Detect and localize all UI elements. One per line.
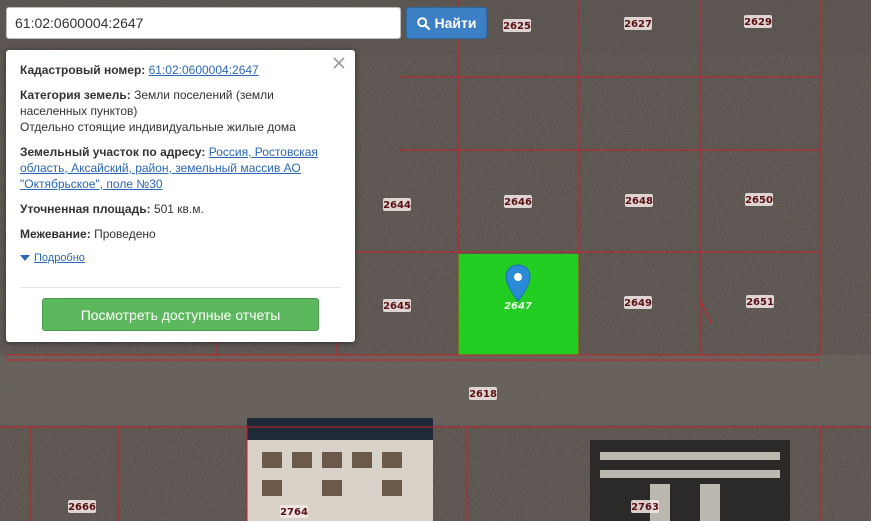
- road-strip: [0, 355, 871, 425]
- parcel-label-2629: 2629: [744, 15, 772, 28]
- search-input[interactable]: [6, 7, 401, 39]
- category-label: Категория земель:: [20, 88, 131, 102]
- svg-text:2764: 2764: [280, 507, 308, 518]
- search-button-label: Найти: [434, 15, 477, 31]
- search-button[interactable]: Найти: [406, 7, 487, 39]
- parcel-label-2763: 2763: [631, 500, 659, 513]
- area-label: Уточненная площадь:: [20, 202, 151, 216]
- svg-text:2625: 2625: [503, 21, 531, 32]
- svg-text:2666: 2666: [68, 502, 96, 513]
- svg-text:2649: 2649: [624, 298, 652, 309]
- area-row: Уточненная площадь: 501 кв.м.: [20, 201, 341, 217]
- category-row: Категория земель: Земли поселений (земли…: [20, 87, 341, 135]
- close-icon[interactable]: [331, 55, 347, 71]
- details-link[interactable]: Подробно: [34, 250, 85, 266]
- parcel-label-2625: 2625: [503, 19, 531, 32]
- cadastral-row: Кадастровый номер: 61:02:0600004:2647: [20, 62, 341, 78]
- parcel-info-popup: Кадастровый номер: 61:02:0600004:2647 Ка…: [6, 50, 355, 342]
- parcel-label-2764: 2764: [280, 505, 308, 518]
- survey-label: Межевание:: [20, 227, 91, 241]
- survey-value: Проведено: [94, 227, 156, 241]
- parcel-label-2651: 2651: [746, 295, 774, 308]
- address-row: Земельный участок по адресу: Россия, Рос…: [20, 144, 341, 192]
- caret-down-icon: [20, 255, 30, 261]
- svg-text:2650: 2650: [745, 195, 773, 206]
- parcel-label-2648: 2648: [625, 194, 653, 207]
- parcel-label-2644: 2644: [383, 198, 411, 211]
- parcel-label-2666: 2666: [68, 500, 96, 513]
- parcel-label-2646: 2646: [504, 195, 532, 208]
- svg-text:2763: 2763: [631, 502, 659, 513]
- parcel-label-2649: 2649: [624, 296, 652, 309]
- svg-text:2648: 2648: [625, 196, 653, 207]
- popup-divider: [20, 287, 341, 288]
- parcel-label-2627: 2627: [624, 17, 652, 30]
- svg-text:2629: 2629: [744, 17, 772, 28]
- svg-text:2646: 2646: [504, 197, 532, 208]
- svg-text:2645: 2645: [383, 301, 411, 312]
- cadastral-link[interactable]: 61:02:0600004:2647: [149, 63, 259, 77]
- details-toggle[interactable]: Подробно: [20, 250, 341, 266]
- parcel-label-2647: 2647: [504, 301, 532, 312]
- address-label: Земельный участок по адресу:: [20, 145, 206, 159]
- svg-text:2647: 2647: [504, 301, 532, 312]
- building-left: [247, 418, 433, 521]
- area-value: 501 кв.м.: [153, 202, 204, 216]
- survey-row: Межевание: Проведено: [20, 226, 341, 242]
- svg-text:2644: 2644: [383, 200, 411, 211]
- svg-text:2627: 2627: [624, 19, 652, 30]
- parcel-label-2645: 2645: [383, 299, 411, 312]
- building-right: [590, 440, 790, 521]
- svg-text:2651: 2651: [746, 297, 774, 308]
- cadastral-label: Кадастровый номер:: [20, 63, 146, 77]
- parcel-label-2618: 2618: [469, 387, 497, 400]
- search-icon: [416, 16, 430, 30]
- view-reports-button[interactable]: Посмотреть доступные отчеты: [42, 298, 319, 331]
- svg-text:2618: 2618: [469, 389, 497, 400]
- usage-value: Отдельно стоящие индивидуальные жилые до…: [20, 120, 296, 134]
- parcel-label-2650: 2650: [745, 193, 773, 206]
